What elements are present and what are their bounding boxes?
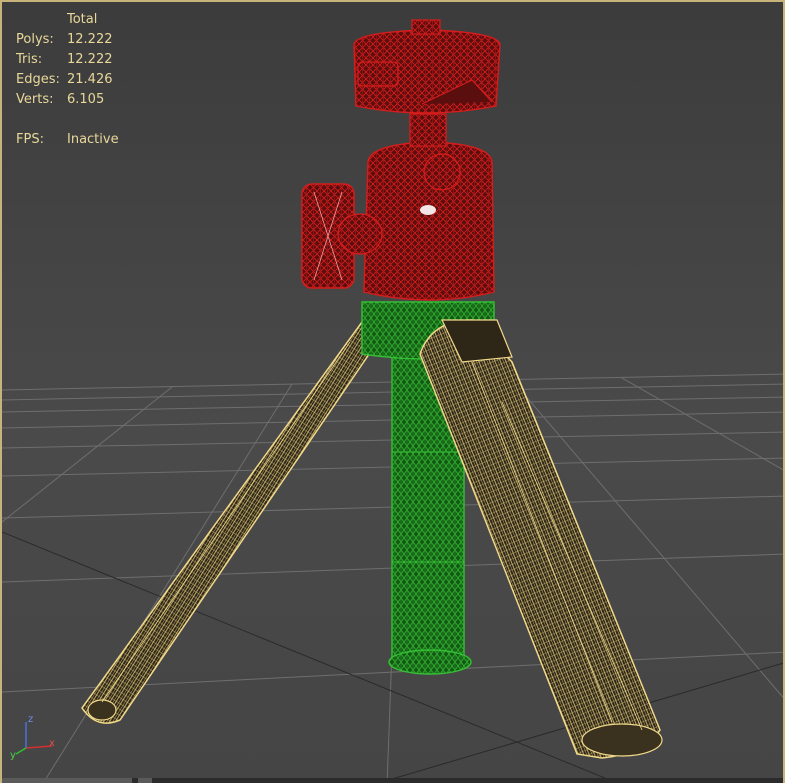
stats-label: Edges: bbox=[16, 72, 60, 87]
stats-row-verts: Verts: 6.105 bbox=[16, 90, 119, 110]
ball-head bbox=[353, 19, 501, 301]
viewport-statistics: Total Polys: 12.222 Tris: 12.222 Edges: … bbox=[16, 10, 119, 150]
stats-value: 6.105 bbox=[67, 92, 105, 107]
stats-row-fps: FPS: Inactive bbox=[16, 130, 119, 150]
viewport-bottom-scrollbar[interactable] bbox=[2, 778, 783, 783]
axis-y-label: y bbox=[10, 750, 16, 761]
scene-canvas[interactable] bbox=[2, 2, 785, 783]
stats-row-tris: Tris: 12.222 bbox=[16, 50, 119, 70]
viewport-perspective[interactable]: z x y Total Polys: 12.222 Tris: 12.222 E… bbox=[0, 0, 785, 783]
fps-label: FPS: bbox=[16, 132, 44, 147]
axis-gizmo bbox=[15, 722, 53, 755]
scrollbar-thumb[interactable] bbox=[2, 778, 132, 783]
axis-x-label: x bbox=[49, 738, 55, 749]
stats-value: 12.222 bbox=[67, 52, 113, 67]
stats-value: 12.222 bbox=[67, 32, 113, 47]
stats-value: 21.426 bbox=[67, 72, 113, 87]
stats-label: Polys: bbox=[16, 32, 54, 47]
axis-z-label: z bbox=[28, 714, 34, 725]
stats-label: Tris: bbox=[16, 52, 43, 67]
stats-label: Verts: bbox=[16, 92, 54, 107]
stats-spacer bbox=[16, 110, 119, 130]
tripod-leg-left bbox=[81, 320, 381, 724]
stats-row-edges: Edges: 21.426 bbox=[16, 70, 119, 90]
fps-value: Inactive bbox=[67, 132, 119, 147]
stats-header: Total bbox=[67, 12, 98, 27]
stats-row-polys: Polys: 12.222 bbox=[16, 30, 119, 50]
scrollbar-thumb-secondary[interactable] bbox=[138, 778, 152, 783]
